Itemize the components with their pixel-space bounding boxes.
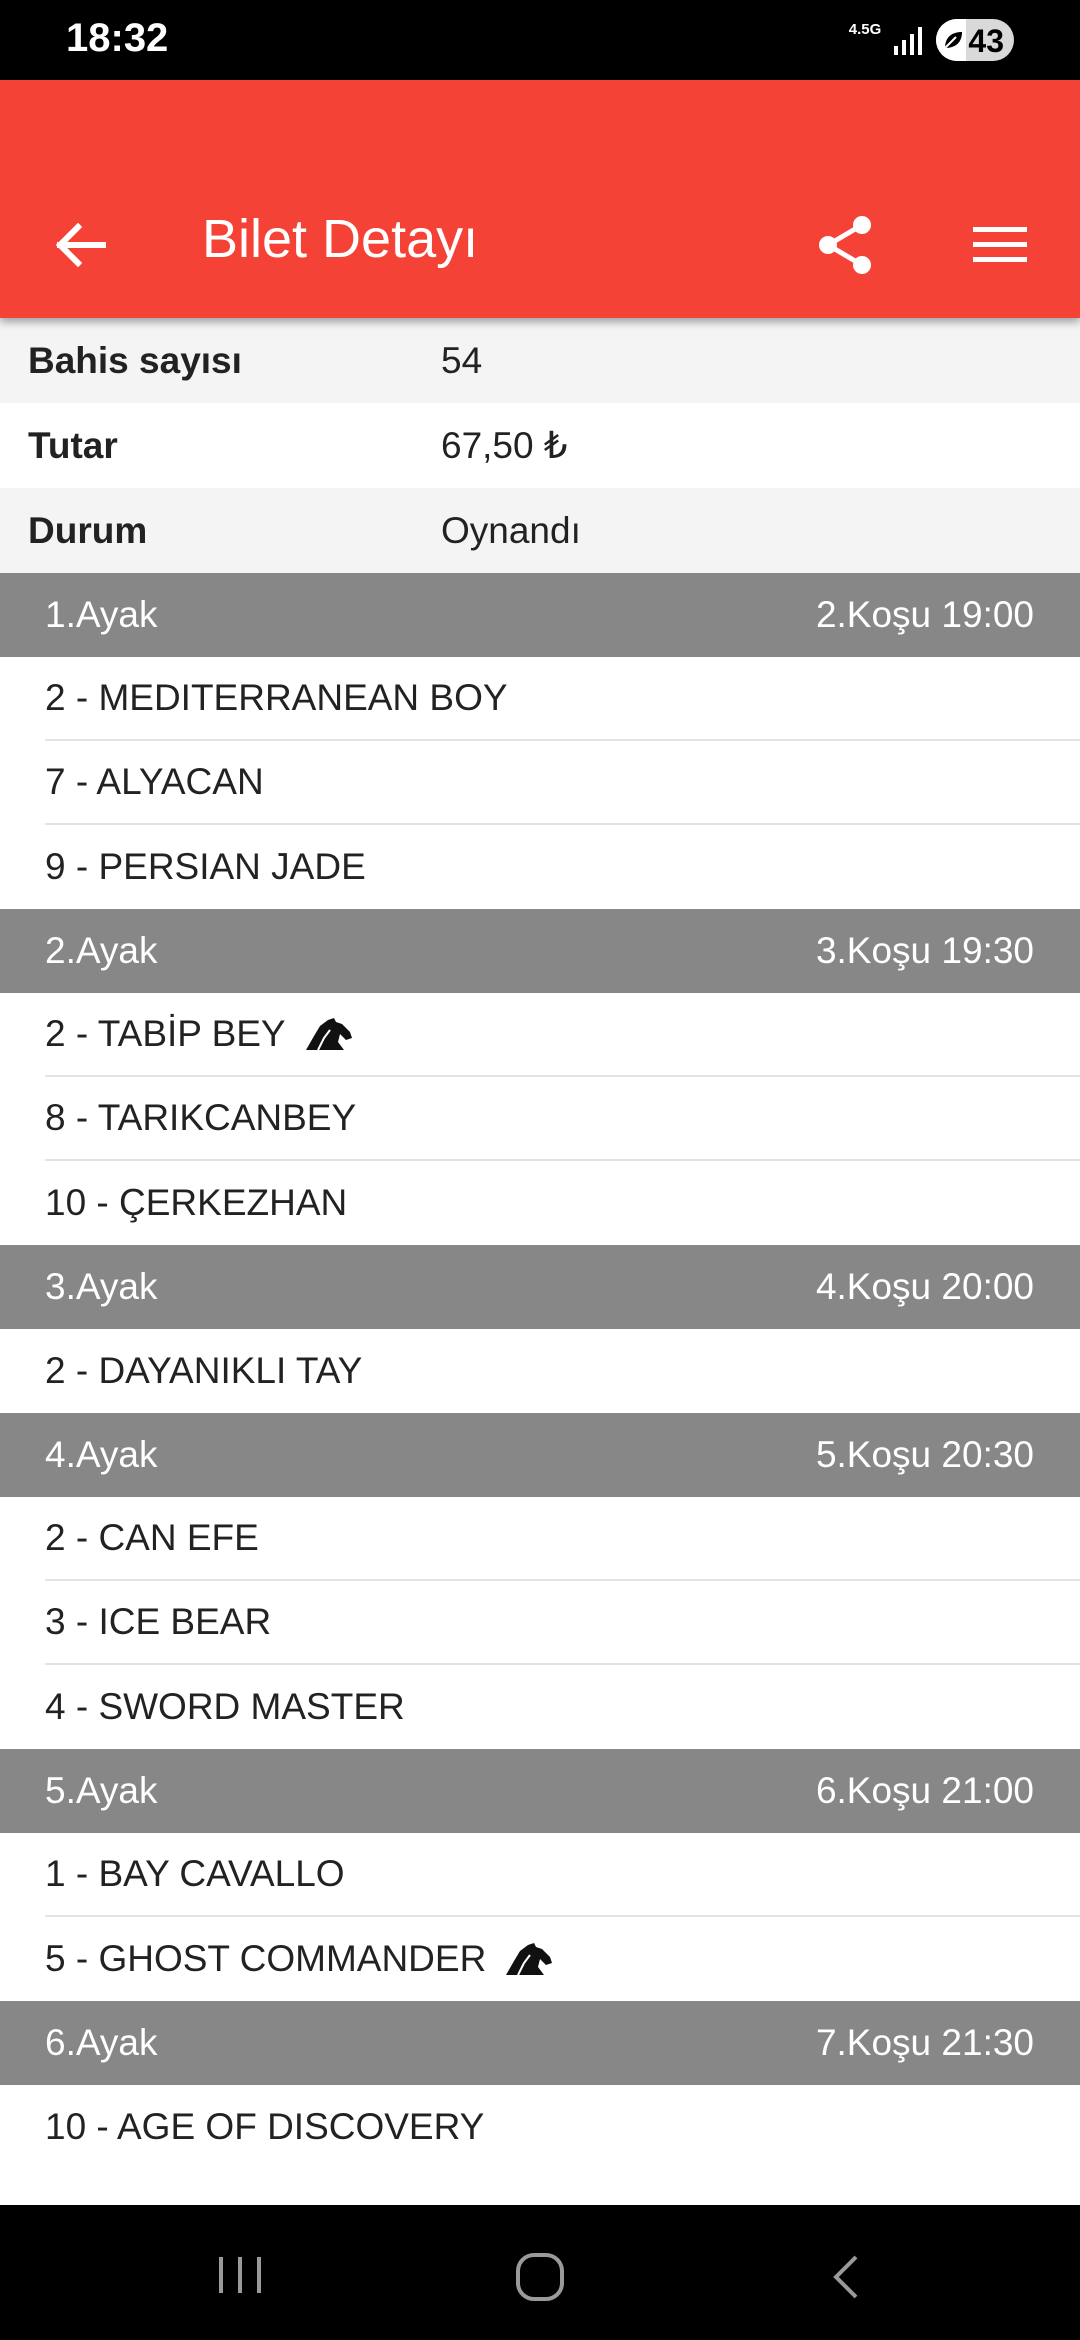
horse-row: 2 - MEDITERRANEAN BOY xyxy=(45,657,1080,741)
battery-saver-icon xyxy=(942,29,964,56)
horse-row: 2 - TABİP BEY xyxy=(45,993,1080,1077)
leg-header: 1.Ayak 2.Koşu 19:00 xyxy=(0,573,1080,657)
horse-row: 1 - BAY CAVALLO xyxy=(45,1833,1080,1917)
leg-header: 4.Ayak 5.Koşu 20:30 xyxy=(0,1413,1080,1497)
battery-level: 43 xyxy=(968,23,1004,59)
horse-name: 9 - PERSIAN JADE xyxy=(45,846,366,887)
horse-name: 1 - BAY CAVALLO xyxy=(45,1853,345,1894)
leg-header: 3.Ayak 4.Koşu 20:00 xyxy=(0,1245,1080,1329)
race-time: 3.Koşu 19:30 xyxy=(815,930,1034,971)
horse-name: 8 - TARIKCANBEY xyxy=(45,1097,357,1138)
info-label: Tutar xyxy=(28,424,118,466)
horse-name: 2 - CAN EFE xyxy=(45,1517,259,1558)
share-icon xyxy=(819,216,871,274)
menu-icon xyxy=(973,227,1027,262)
info-label: Durum xyxy=(28,509,148,551)
horse-name: 10 - AGE OF DISCOVERY xyxy=(45,2106,485,2147)
horse-head-icon xyxy=(504,1941,554,1977)
info-row-status: Durum Oynandı xyxy=(0,488,1080,573)
info-label: Bahis sayısı xyxy=(28,339,242,381)
horse-row: 8 - TARIKCANBEY xyxy=(45,1077,1080,1161)
recents-icon xyxy=(219,2257,261,2293)
horse-name: 4 - SWORD MASTER xyxy=(45,1686,405,1727)
status-time: 18:32 xyxy=(66,16,169,60)
horse-row: 10 - AGE OF DISCOVERY xyxy=(45,2085,1080,2169)
system-nav-bar xyxy=(0,2205,1080,2340)
back-arrow-icon xyxy=(55,223,106,267)
ticket-detail-list[interactable]: Bahis sayısı 54 Tutar 67,50 ₺ Durum Oyna… xyxy=(0,318,1080,2205)
leg-label: 6.Ayak xyxy=(45,2022,158,2063)
race-time: 7.Koşu 21:30 xyxy=(815,2022,1034,2063)
race-time: 6.Koşu 21:00 xyxy=(815,1770,1034,1811)
leg-label: 5.Ayak xyxy=(45,1770,158,1811)
app-bar: Bilet Detayı xyxy=(0,80,1080,318)
horse-row: 2 - CAN EFE xyxy=(45,1497,1080,1581)
info-value: 67,50 ₺ xyxy=(441,425,568,466)
horse-row: 3 - ICE BEAR xyxy=(45,1581,1080,1665)
horse-name: 2 - MEDITERRANEAN BOY xyxy=(45,677,508,718)
leg-label: 2.Ayak xyxy=(45,930,158,971)
info-value: 54 xyxy=(441,339,483,381)
horse-name: 2 - TABİP BEY xyxy=(45,1013,286,1054)
leg-header: 2.Ayak 3.Koşu 19:30 xyxy=(0,909,1080,993)
horse-name: 10 - ÇERKEZHAN xyxy=(45,1182,348,1223)
horse-name: 5 - GHOST COMMANDER xyxy=(45,1938,487,1979)
horse-row: 4 - SWORD MASTER xyxy=(45,1665,1080,1749)
leg-label: 3.Ayak xyxy=(45,1266,158,1307)
leg-header: 6.Ayak 7.Koşu 21:30 xyxy=(0,2001,1080,2085)
home-button[interactable] xyxy=(510,2247,570,2307)
signal-icon xyxy=(893,26,923,61)
horse-head-icon xyxy=(304,1016,354,1052)
status-bar: 18:32 4.5G 43 xyxy=(0,0,1080,80)
leg-header: 5.Ayak 6.Koşu 21:00 xyxy=(0,1749,1080,1833)
info-row-amount: Tutar 67,50 ₺ xyxy=(0,403,1080,488)
horse-row: 5 - GHOST COMMANDER xyxy=(45,1917,1080,2001)
info-row-bet-count: Bahis sayısı 54 xyxy=(0,318,1080,403)
horse-name: 3 - ICE BEAR xyxy=(45,1601,272,1642)
leg-label: 1.Ayak xyxy=(45,594,158,635)
legs-container: 1.Ayak 2.Koşu 19:00 2 - MEDITERRANEAN BOY 7… xyxy=(0,573,1080,2169)
horse-name: 2 - DAYANIKLI TAY xyxy=(45,1350,363,1391)
horse-row: 2 - DAYANIKLI TAY xyxy=(45,1329,1080,1413)
network-type: 4.5G xyxy=(848,21,882,38)
back-button[interactable] xyxy=(40,205,120,285)
nav-back-icon xyxy=(833,2255,858,2299)
horse-row: 7 - ALYACAN xyxy=(45,741,1080,825)
horse-row: 10 - ÇERKEZHAN xyxy=(45,1161,1080,1245)
battery-indicator: 43 xyxy=(936,19,1014,61)
home-icon xyxy=(516,2253,564,2301)
race-time: 4.Koşu 20:00 xyxy=(815,1266,1034,1307)
horse-row: 9 - PERSIAN JADE xyxy=(45,825,1080,909)
race-time: 2.Koşu 19:00 xyxy=(815,594,1034,635)
system-back-button[interactable] xyxy=(820,2247,870,2307)
recents-button[interactable] xyxy=(205,2245,275,2305)
share-button[interactable] xyxy=(800,200,890,290)
page-title: Bilet Detayı xyxy=(202,209,479,269)
menu-button[interactable] xyxy=(960,200,1040,290)
info-value: Oynandı xyxy=(441,509,581,551)
horse-name: 7 - ALYACAN xyxy=(45,761,264,802)
leg-label: 4.Ayak xyxy=(45,1434,158,1475)
race-time: 5.Koşu 20:30 xyxy=(815,1434,1034,1475)
